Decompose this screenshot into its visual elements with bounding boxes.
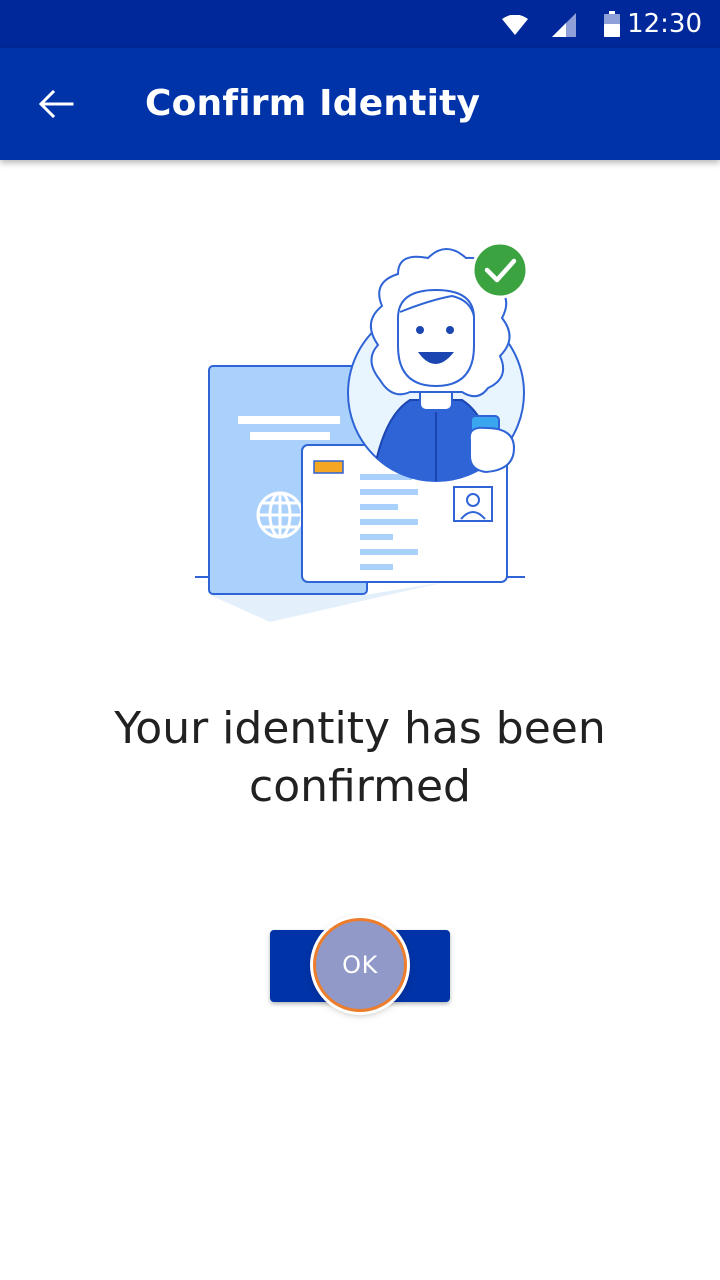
app-bar: Confirm Identity — [0, 48, 720, 160]
clock: 12:30 — [627, 9, 702, 39]
status-bar: 12:30 — [0, 0, 720, 48]
arrow-left-icon — [38, 90, 74, 118]
globe-icon — [256, 491, 304, 539]
back-button[interactable] — [20, 68, 92, 140]
ok-button-label: OK — [342, 951, 378, 979]
wifi-icon — [502, 15, 528, 35]
portrait-icon — [453, 486, 493, 522]
touch-indicator: OK — [313, 918, 407, 1012]
checkmark-icon — [471, 241, 529, 299]
battery-icon — [604, 11, 620, 37]
confirmation-message: Your identity has been confirmed — [114, 703, 606, 812]
signal-icon — [552, 13, 576, 37]
identity-confirmed-illustration — [195, 241, 529, 622]
page-title: Confirm Identity — [145, 83, 481, 124]
